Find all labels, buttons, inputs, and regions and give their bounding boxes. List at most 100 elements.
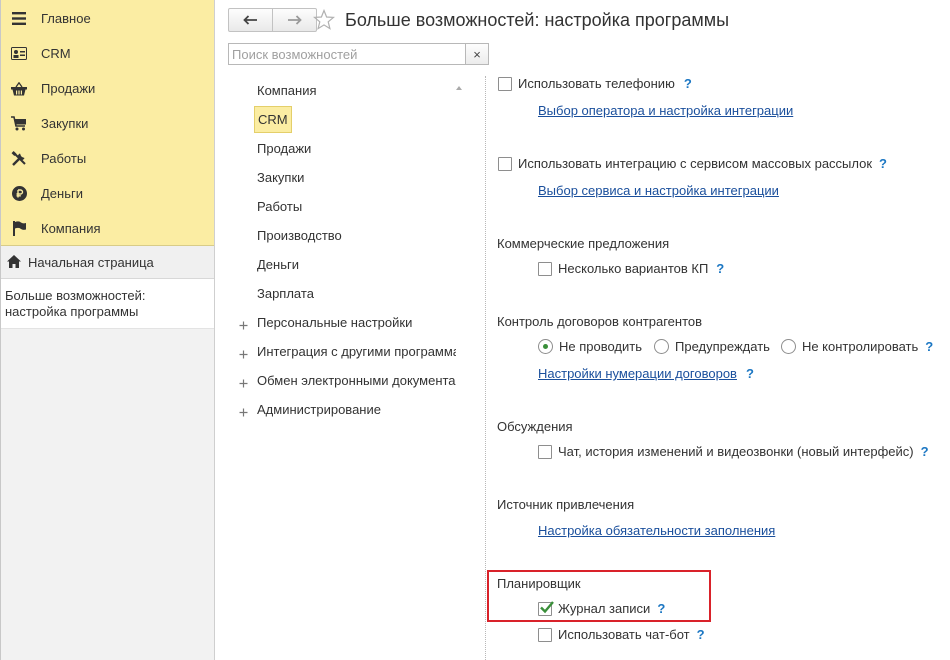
radio-no-check[interactable] xyxy=(538,339,553,354)
sections-panel: Главное CRM Продажи Закупки Работы Деньг… xyxy=(0,0,215,660)
telephony-checkbox[interactable] xyxy=(498,76,512,91)
chatbot-checkbox[interactable] xyxy=(538,627,552,642)
telephony-label[interactable]: Использовать телефонию xyxy=(518,76,675,91)
category-item-group[interactable]: Администрирование xyxy=(228,395,456,424)
help-icon[interactable]: ? xyxy=(716,261,724,276)
discussions-heading: Обсуждения xyxy=(497,419,573,434)
section-label: Продажи xyxy=(41,81,96,96)
offers-checkbox[interactable] xyxy=(538,261,552,276)
contracts-heading: Контроль договоров контрагентов xyxy=(497,314,703,329)
category-label: Работы xyxy=(257,199,303,214)
open-window-tab[interactable]: Больше возможностей: настройка программы xyxy=(1,279,214,329)
radio-warn[interactable] xyxy=(654,339,670,354)
navigation-buttons xyxy=(228,8,317,32)
expand-plus-icon[interactable] xyxy=(239,318,248,330)
mailing-label[interactable]: Использовать интеграцию с сервисом массо… xyxy=(518,156,872,171)
cart-icon xyxy=(11,116,27,132)
search-clear-button[interactable]: × xyxy=(465,43,489,65)
category-item[interactable]: Закупки xyxy=(228,163,456,192)
category-item-selected[interactable]: CRM xyxy=(228,105,456,134)
splitter[interactable] xyxy=(485,76,486,660)
section-crm[interactable]: CRM xyxy=(1,36,214,71)
category-item-group[interactable]: Персональные настройки xyxy=(228,308,456,337)
category-item[interactable]: Производство xyxy=(228,221,456,250)
category-label: Производство xyxy=(257,228,342,243)
journal-label[interactable]: Журнал записи xyxy=(558,601,650,616)
section-main[interactable]: Главное xyxy=(1,1,214,36)
section-sales[interactable]: Продажи xyxy=(1,71,214,106)
offers-heading: Коммерческие предложения xyxy=(497,236,670,251)
arrow-left-icon xyxy=(243,13,258,28)
help-icon[interactable]: ? xyxy=(684,76,692,91)
radio-label[interactable]: Предупреждать xyxy=(675,339,770,354)
sections-list: Главное CRM Продажи Закупки Работы Деньг… xyxy=(1,0,214,246)
source-required-link[interactable]: Настройка обязательности заполнения xyxy=(538,523,775,538)
mailing-integration-link[interactable]: Выбор сервиса и настройка интеграции xyxy=(538,183,779,198)
expand-plus-icon[interactable] xyxy=(239,376,248,388)
expand-plus-icon[interactable] xyxy=(239,347,248,359)
forward-button[interactable] xyxy=(272,9,316,31)
section-label: Деньги xyxy=(41,186,83,201)
help-icon[interactable]: ? xyxy=(746,366,754,381)
section-works[interactable]: Работы xyxy=(1,141,214,176)
category-item-group[interactable]: Интеграция с другими программами xyxy=(228,337,456,366)
radio-label[interactable]: Не контролировать xyxy=(802,339,918,354)
mailing-checkbox[interactable] xyxy=(498,156,512,171)
radio-label[interactable]: Не проводить xyxy=(559,339,642,354)
category-item[interactable]: Зарплата xyxy=(228,279,456,308)
page-title: Больше возможностей: настройка программы xyxy=(345,10,730,30)
section-company[interactable]: Компания xyxy=(1,211,214,246)
category-item[interactable]: Продажи xyxy=(228,134,456,163)
section-label: CRM xyxy=(41,46,71,61)
category-item[interactable]: Деньги xyxy=(228,250,456,279)
discussions-label[interactable]: Чат, история изменений и видеозвонки (но… xyxy=(558,444,914,459)
section-purchases[interactable]: Закупки xyxy=(1,106,214,141)
category-label: CRM xyxy=(254,106,292,133)
category-label: Администрирование xyxy=(257,402,381,417)
ruble-icon xyxy=(11,186,27,202)
menu-icon xyxy=(11,11,27,27)
chatbot-label[interactable]: Использовать чат-бот xyxy=(558,627,690,642)
help-icon[interactable]: ? xyxy=(879,156,887,171)
category-label: Интеграция с другими программами xyxy=(257,344,456,359)
category-list: Компания CRM Продажи Закупки Работы Прои… xyxy=(228,76,456,424)
category-item[interactable]: Работы xyxy=(228,192,456,221)
offers-setting: Несколько вариантов КП ? xyxy=(538,261,724,276)
search-input[interactable] xyxy=(228,43,466,65)
radio-no-control[interactable] xyxy=(780,339,796,354)
category-item-group[interactable]: Обмен электронными документами xyxy=(228,366,456,395)
category-label: Продажи xyxy=(257,141,312,156)
help-icon[interactable]: ? xyxy=(657,601,665,616)
contracts-radio-group: Не проводить Предупреждать Не контролиро… xyxy=(538,339,933,354)
mailing-setting: Использовать интеграцию с сервисом массо… xyxy=(498,156,887,171)
expand-plus-icon[interactable] xyxy=(239,405,248,417)
section-label: Главное xyxy=(41,11,91,26)
section-label: Работы xyxy=(41,151,87,166)
close-icon: × xyxy=(473,46,481,62)
category-item[interactable]: Компания xyxy=(228,76,456,105)
contract-numbering-link[interactable]: Настройки нумерации договоров xyxy=(538,366,737,381)
journal-setting: Журнал записи ? xyxy=(538,600,665,616)
basket-icon xyxy=(11,81,27,97)
contact-card-icon xyxy=(11,46,27,62)
help-icon[interactable]: ? xyxy=(921,444,929,459)
category-label: Деньги xyxy=(257,257,299,272)
discussions-checkbox[interactable] xyxy=(538,444,552,459)
offers-label[interactable]: Несколько вариантов КП xyxy=(558,261,708,276)
telephony-integration-link[interactable]: Выбор оператора и настройка интеграции xyxy=(538,103,793,118)
star-icon[interactable] xyxy=(312,8,336,31)
telephony-setting: Использовать телефонию ? xyxy=(498,76,692,91)
discussions-setting: Чат, история изменений и видеозвонки (но… xyxy=(538,444,929,459)
help-icon[interactable]: ? xyxy=(925,339,933,354)
scheduler-heading: Планировщик xyxy=(497,576,581,591)
form-header: Больше возможностей: настройка программы xyxy=(216,0,950,40)
tools-icon xyxy=(11,150,27,167)
back-button[interactable] xyxy=(229,9,272,31)
section-money[interactable]: Деньги xyxy=(1,176,214,211)
journal-checkbox[interactable] xyxy=(538,600,554,616)
home-page-link[interactable]: Начальная страница xyxy=(1,246,214,279)
scroll-up-icon[interactable] xyxy=(456,86,462,90)
category-label: Зарплата xyxy=(257,286,314,301)
help-icon[interactable]: ? xyxy=(697,627,705,642)
section-label: Закупки xyxy=(41,116,89,131)
